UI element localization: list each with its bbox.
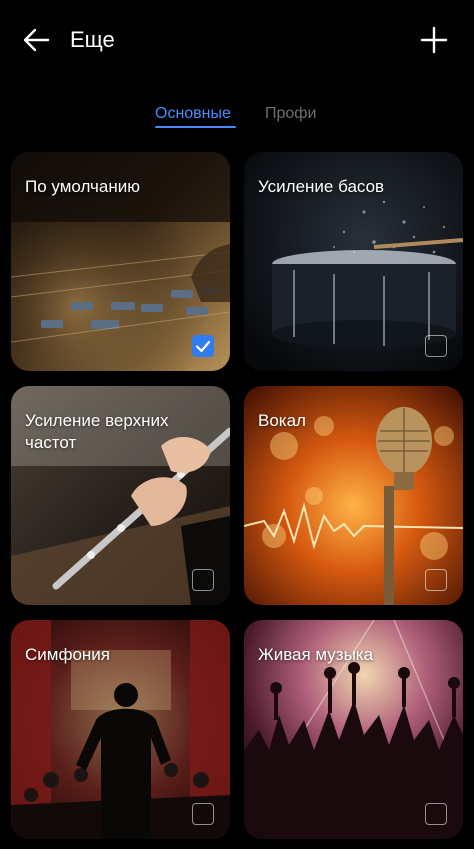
unselected-checkbox[interactable] [425, 335, 447, 357]
active-tab-indicator [155, 126, 236, 128]
selected-checkbox[interactable] [192, 335, 214, 357]
effect-label: Живая музыка [258, 645, 374, 664]
tab-basic[interactable]: Основные [155, 104, 231, 124]
effect-label: Симфония [25, 645, 110, 664]
effect-card-default[interactable]: По умолчанию [11, 152, 230, 371]
effect-label: Усиление верхних частот [25, 411, 169, 452]
top-bar: Еще [0, 0, 474, 80]
tab-pro[interactable]: Профи [265, 104, 316, 124]
arrow-left-icon [23, 28, 50, 52]
effect-card-symphony[interactable]: Симфония [11, 620, 230, 839]
checkmark-icon [195, 340, 211, 353]
unselected-checkbox[interactable] [425, 803, 447, 825]
unselected-checkbox[interactable] [425, 569, 447, 591]
effect-card-vocal[interactable]: Вокал [244, 386, 463, 605]
effect-card-treble-boost[interactable]: Усиление верхних частот [11, 386, 230, 605]
effect-label: Вокал [258, 411, 306, 430]
tab-bar: Основные Профи [0, 100, 474, 136]
effect-label: Усиление басов [258, 177, 385, 196]
effect-card-live-music[interactable]: Живая музыка [244, 620, 463, 839]
unselected-checkbox[interactable] [192, 803, 214, 825]
effect-card-bass-boost[interactable]: Усиление басов [244, 152, 463, 371]
add-button[interactable] [416, 22, 452, 58]
page-title: Еще [70, 27, 115, 52]
unselected-checkbox[interactable] [192, 569, 214, 591]
effect-label: По умолчанию [25, 177, 140, 196]
plus-icon [420, 26, 448, 54]
back-button[interactable] [18, 22, 58, 58]
